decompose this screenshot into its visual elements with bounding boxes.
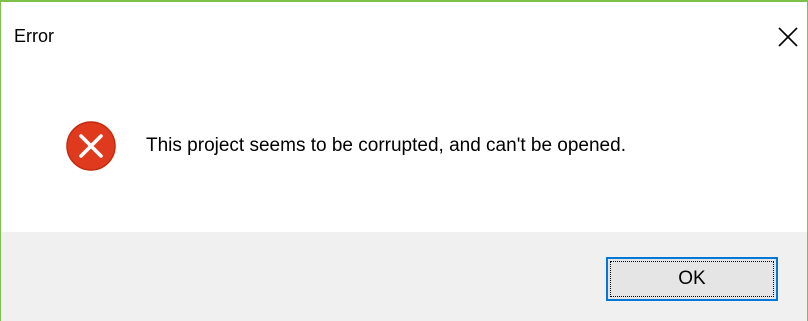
button-bar: OK (1, 232, 807, 321)
dialog-content: This project seems to be corrupted, and … (1, 52, 807, 232)
error-dialog: Error This project seems to be corrupted… (0, 0, 808, 321)
close-icon (778, 27, 798, 47)
ok-button[interactable]: OK (606, 257, 778, 301)
close-button[interactable] (771, 14, 807, 54)
error-message: This project seems to be corrupted, and … (146, 135, 626, 156)
dialog-title: Error (14, 26, 54, 46)
title-bar[interactable]: Error (1, 2, 807, 52)
error-icon (66, 121, 116, 171)
ok-button-label: OK (610, 261, 774, 297)
